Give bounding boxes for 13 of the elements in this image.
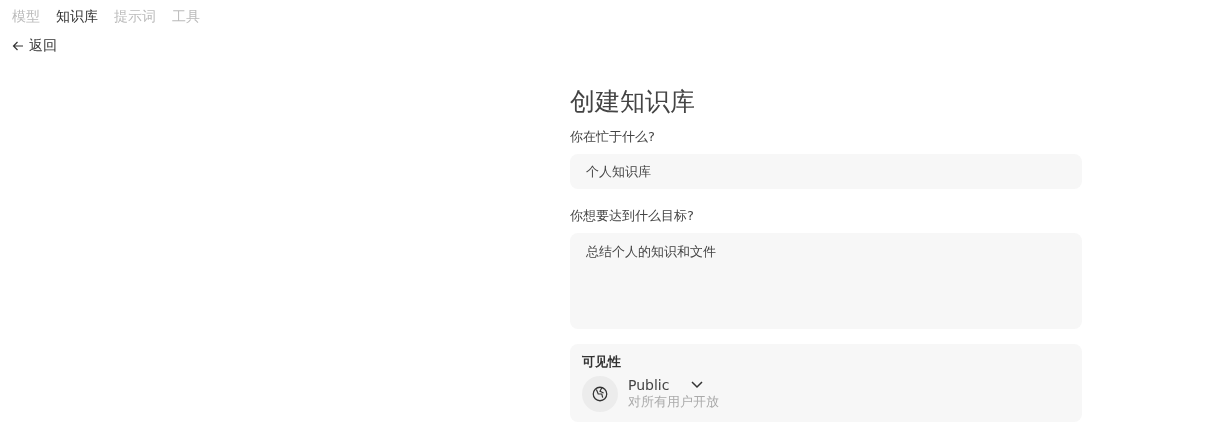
- page-title: 创建知识库: [570, 86, 696, 118]
- globe-icon: [582, 376, 618, 412]
- input-field[interactable]: 个人知识库: [570, 154, 1082, 189]
- chevron-down-icon: [691, 381, 704, 389]
- text-area[interactable]: 总结个人的知识和文件: [570, 233, 1082, 329]
- tab[interactable]: 知识库: [56, 6, 98, 28]
- section-label: 可见性: [582, 353, 622, 371]
- visibility-dropdown[interactable]: Public: [628, 377, 719, 393]
- arrow-left-icon: [12, 40, 24, 52]
- field-label: 你想要达到什么目标?: [570, 207, 695, 225]
- field-label: 你在忙于什么?: [570, 128, 656, 146]
- visibility-description: 对所有用户开放: [628, 393, 719, 411]
- back-link[interactable]: 返回: [12, 37, 57, 55]
